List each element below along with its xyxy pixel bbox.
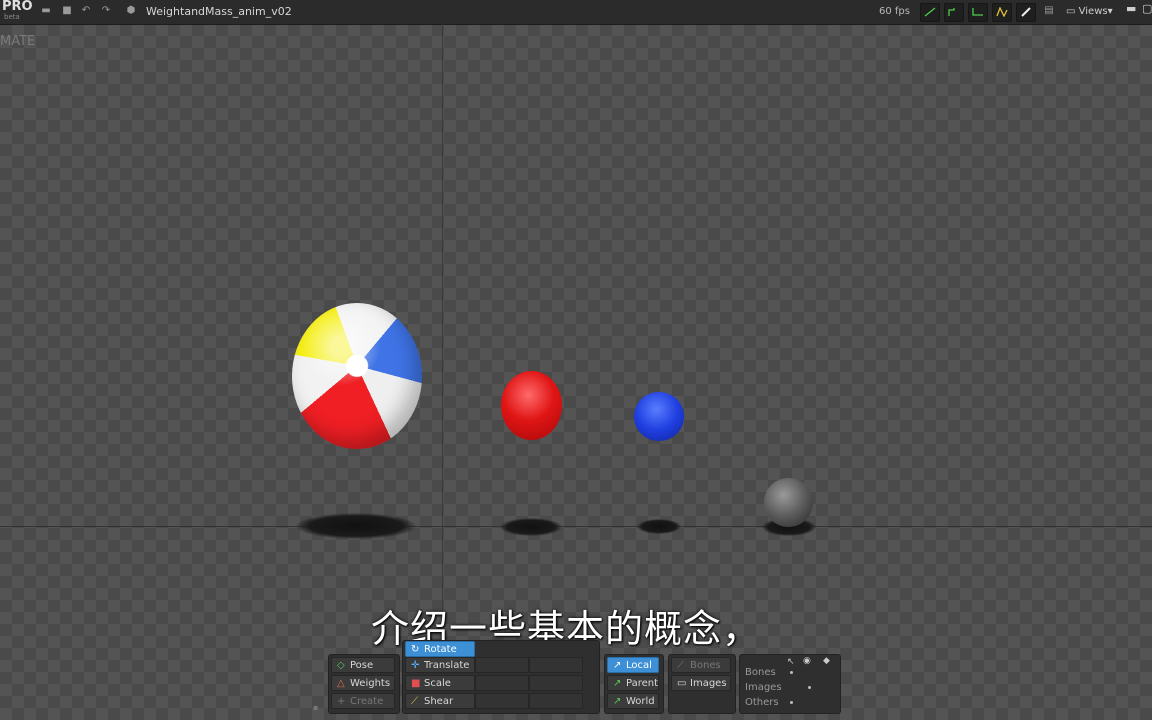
bones-button[interactable]: ⟋ Bones bbox=[671, 657, 731, 673]
viewport-axis-vertical bbox=[442, 24, 443, 624]
pose-button[interactable]: ◇ Pose bbox=[331, 657, 395, 673]
rotate-icon: ↻ bbox=[411, 644, 420, 655]
images-label: Images bbox=[690, 678, 727, 689]
shear-y-field[interactable] bbox=[529, 693, 583, 709]
select-arrow-icon[interactable]: ↖ bbox=[787, 657, 795, 667]
blueball-shadow bbox=[637, 519, 681, 534]
scale-button[interactable]: ■ Scale bbox=[405, 675, 475, 691]
parent-icon: ↗ bbox=[613, 678, 622, 689]
pose-icon: ◇ bbox=[337, 660, 345, 671]
parent-label: Parent bbox=[626, 678, 659, 689]
eye-icon[interactable]: ◉ bbox=[803, 656, 811, 666]
translate-x-field[interactable] bbox=[475, 657, 529, 673]
translate-button[interactable]: ✛ Translate bbox=[405, 657, 475, 673]
shear-icon: ⟋ bbox=[411, 696, 418, 707]
mode-panel: ◇ Pose △ Weights + Create bbox=[328, 654, 400, 714]
create-label: Create bbox=[350, 696, 384, 707]
project-icon: ⬢ bbox=[126, 5, 136, 16]
rotate-label: Rotate bbox=[424, 644, 457, 655]
visibility-others-label: Others bbox=[745, 697, 779, 708]
world-button[interactable]: ↗ World bbox=[607, 693, 659, 709]
stone-ball[interactable] bbox=[764, 478, 813, 527]
pose-label: Pose bbox=[350, 660, 374, 671]
tag-icon[interactable]: ◆ bbox=[823, 656, 830, 666]
transform-panel: ↻ Rotate ✛ Translate ■ Scale ⟋ Shear bbox=[402, 640, 600, 714]
undo-icon[interactable]: ↶ bbox=[80, 5, 92, 17]
translate-icon: ✛ bbox=[411, 660, 420, 671]
red-ball[interactable] bbox=[501, 371, 562, 440]
bones-icon: ⟋ bbox=[677, 660, 684, 671]
world-icon: ↗ bbox=[613, 696, 622, 707]
graph-bezier-button[interactable] bbox=[992, 3, 1012, 22]
curve-linear-icon bbox=[924, 7, 936, 17]
shear-button[interactable]: ⟋ Shear bbox=[405, 693, 475, 709]
local-icon: ↗ bbox=[613, 660, 622, 671]
viewport-axis-horizontal bbox=[0, 526, 1152, 527]
translate-label: Translate bbox=[424, 660, 470, 671]
create-button[interactable]: + Create bbox=[331, 693, 395, 709]
rotate-button[interactable]: ↻ Rotate bbox=[405, 641, 475, 657]
redo-icon[interactable]: ↷ bbox=[100, 5, 112, 17]
scale-x-field[interactable] bbox=[475, 675, 529, 691]
app-logo: PRO bbox=[2, 0, 33, 14]
others-select-toggle[interactable] bbox=[790, 701, 793, 704]
blue-ball[interactable] bbox=[634, 392, 684, 441]
beach-ball[interactable] bbox=[292, 303, 422, 449]
beachball-shadow bbox=[296, 513, 416, 539]
images-visible-toggle[interactable] bbox=[808, 686, 811, 689]
weights-button[interactable]: △ Weights bbox=[331, 675, 395, 691]
maximize-icon[interactable]: ▢ bbox=[1142, 2, 1152, 15]
fps-readout: 60 fps bbox=[879, 6, 910, 17]
curve-stepped-icon bbox=[948, 8, 955, 16]
graph-linear-button[interactable] bbox=[920, 3, 940, 22]
visibility-bones-label: Bones bbox=[745, 667, 776, 678]
document-title: WeightandMass_anim_v02 bbox=[146, 5, 292, 18]
compensate-panel: ⟋ Bones ▭ Images bbox=[668, 654, 736, 714]
scale-y-field[interactable] bbox=[529, 675, 583, 691]
curve-bezier-icon bbox=[996, 7, 1008, 17]
views-dropdown[interactable]: ▭ Views▾ bbox=[1066, 6, 1113, 17]
mode-label: MATE bbox=[0, 34, 36, 49]
visibility-panel: ↖ ◉ ◆ Bones Images Others bbox=[739, 654, 841, 714]
weights-label: Weights bbox=[350, 678, 391, 689]
lock-icon[interactable]: ▪ bbox=[313, 703, 318, 712]
graph-key-button[interactable] bbox=[1016, 3, 1036, 22]
axes-panel: ↗ Local ↗ Parent ↗ World bbox=[604, 654, 664, 714]
images-button[interactable]: ▭ Images bbox=[671, 675, 731, 691]
visibility-images-label: Images bbox=[745, 682, 782, 693]
key-pen-icon bbox=[1021, 7, 1031, 17]
open-folder-icon[interactable]: ▬ bbox=[40, 5, 52, 17]
parent-button[interactable]: ↗ Parent bbox=[607, 675, 659, 691]
redball-shadow bbox=[500, 518, 562, 536]
shear-x-field[interactable] bbox=[475, 693, 529, 709]
weights-icon: △ bbox=[337, 678, 345, 689]
save-icon[interactable]: ■ bbox=[61, 5, 73, 17]
scale-label: Scale bbox=[424, 678, 451, 689]
scale-icon: ■ bbox=[411, 678, 421, 689]
shear-label: Shear bbox=[424, 696, 454, 707]
curve-ease-icon bbox=[972, 8, 983, 16]
top-bar: PRO beta ▬ ■ ↶ ↷ ⬢ WeightandMass_anim_v0… bbox=[0, 0, 1152, 25]
local-button[interactable]: ↗ Local bbox=[607, 657, 659, 673]
translate-y-field[interactable] bbox=[529, 657, 583, 673]
minimize-icon[interactable]: ▬ bbox=[1126, 2, 1136, 15]
images-icon: ▭ bbox=[677, 678, 687, 689]
graph-ease-button[interactable] bbox=[968, 3, 988, 22]
world-label: World bbox=[626, 696, 655, 707]
app-logo-sub: beta bbox=[4, 13, 20, 21]
create-icon: + bbox=[337, 696, 346, 707]
graph-stepped-button[interactable] bbox=[944, 3, 964, 22]
bones-label: Bones bbox=[690, 660, 721, 671]
views-label: Views bbox=[1078, 6, 1108, 17]
local-label: Local bbox=[626, 660, 652, 671]
layers-icon[interactable]: ▤ bbox=[1043, 5, 1055, 17]
bones-select-toggle[interactable] bbox=[790, 671, 793, 674]
